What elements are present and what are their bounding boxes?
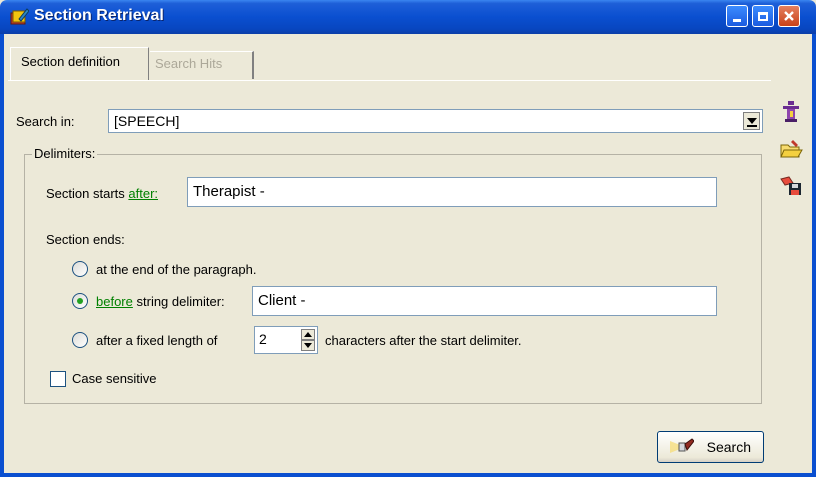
close-button[interactable] (778, 5, 800, 27)
option-before-text: string delimiter: (136, 294, 225, 309)
search-button-label: Search (706, 439, 751, 455)
option-paragraph-label: at the end of the paragraph. (96, 262, 257, 277)
option-before-label: before string delimiter: (96, 294, 225, 309)
radio-before-string[interactable] (72, 293, 88, 309)
fixed-length-value: 2 (259, 331, 267, 347)
radio-fixed-length[interactable] (72, 332, 88, 348)
chevron-down-icon[interactable] (743, 112, 760, 130)
stepper-down-icon[interactable] (301, 340, 315, 351)
section-starts-label: Section starts after: (46, 186, 158, 201)
after-link[interactable]: after: (128, 186, 158, 201)
case-sensitive-checkbox[interactable] (50, 371, 66, 387)
minimize-button[interactable] (726, 5, 748, 27)
search-in-label: Search in: (16, 114, 75, 129)
title-bar[interactable]: Section Retrieval (0, 0, 816, 34)
save-icon[interactable] (779, 173, 803, 197)
window-frame-left (0, 34, 4, 477)
end-delimiter-input[interactable]: Client - (252, 286, 717, 316)
flashlight-icon (670, 438, 694, 453)
window-frame-right (812, 34, 816, 477)
close-icon (784, 11, 794, 21)
option-fixed-prefix: after a fixed length of (96, 333, 218, 348)
maximize-icon (758, 11, 768, 21)
radio-end-of-paragraph[interactable] (72, 261, 88, 277)
fixed-length-stepper[interactable]: 2 (254, 326, 318, 354)
option-fixed-suffix: characters after the start delimiter. (325, 333, 522, 348)
stepper-buttons (301, 329, 315, 351)
info-icon[interactable] (779, 99, 803, 123)
stepper-up-icon[interactable] (301, 329, 315, 340)
search-in-value: [SPEECH] (114, 113, 180, 129)
minimize-icon (733, 18, 741, 22)
delimiters-label: Delimiters: (32, 146, 98, 161)
start-delimiter-input[interactable]: Therapist - (187, 177, 717, 207)
case-sensitive-label: Case sensitive (72, 371, 157, 386)
search-button[interactable]: Search (657, 431, 764, 463)
search-in-select[interactable]: [SPEECH] (108, 109, 763, 133)
tab-search-hits[interactable]: Search Hits (150, 51, 254, 79)
open-folder-icon[interactable] (779, 137, 803, 161)
maximize-button[interactable] (752, 5, 774, 27)
before-link[interactable]: before (96, 294, 133, 309)
window-frame-bottom (0, 473, 816, 477)
book-pencil-icon (10, 8, 29, 25)
section-ends-label: Section ends: (46, 232, 125, 247)
window-title: Section Retrieval (34, 7, 164, 24)
section-starts-prefix: Section starts (46, 186, 125, 201)
tab-section-definition[interactable]: Section definition (10, 47, 149, 81)
